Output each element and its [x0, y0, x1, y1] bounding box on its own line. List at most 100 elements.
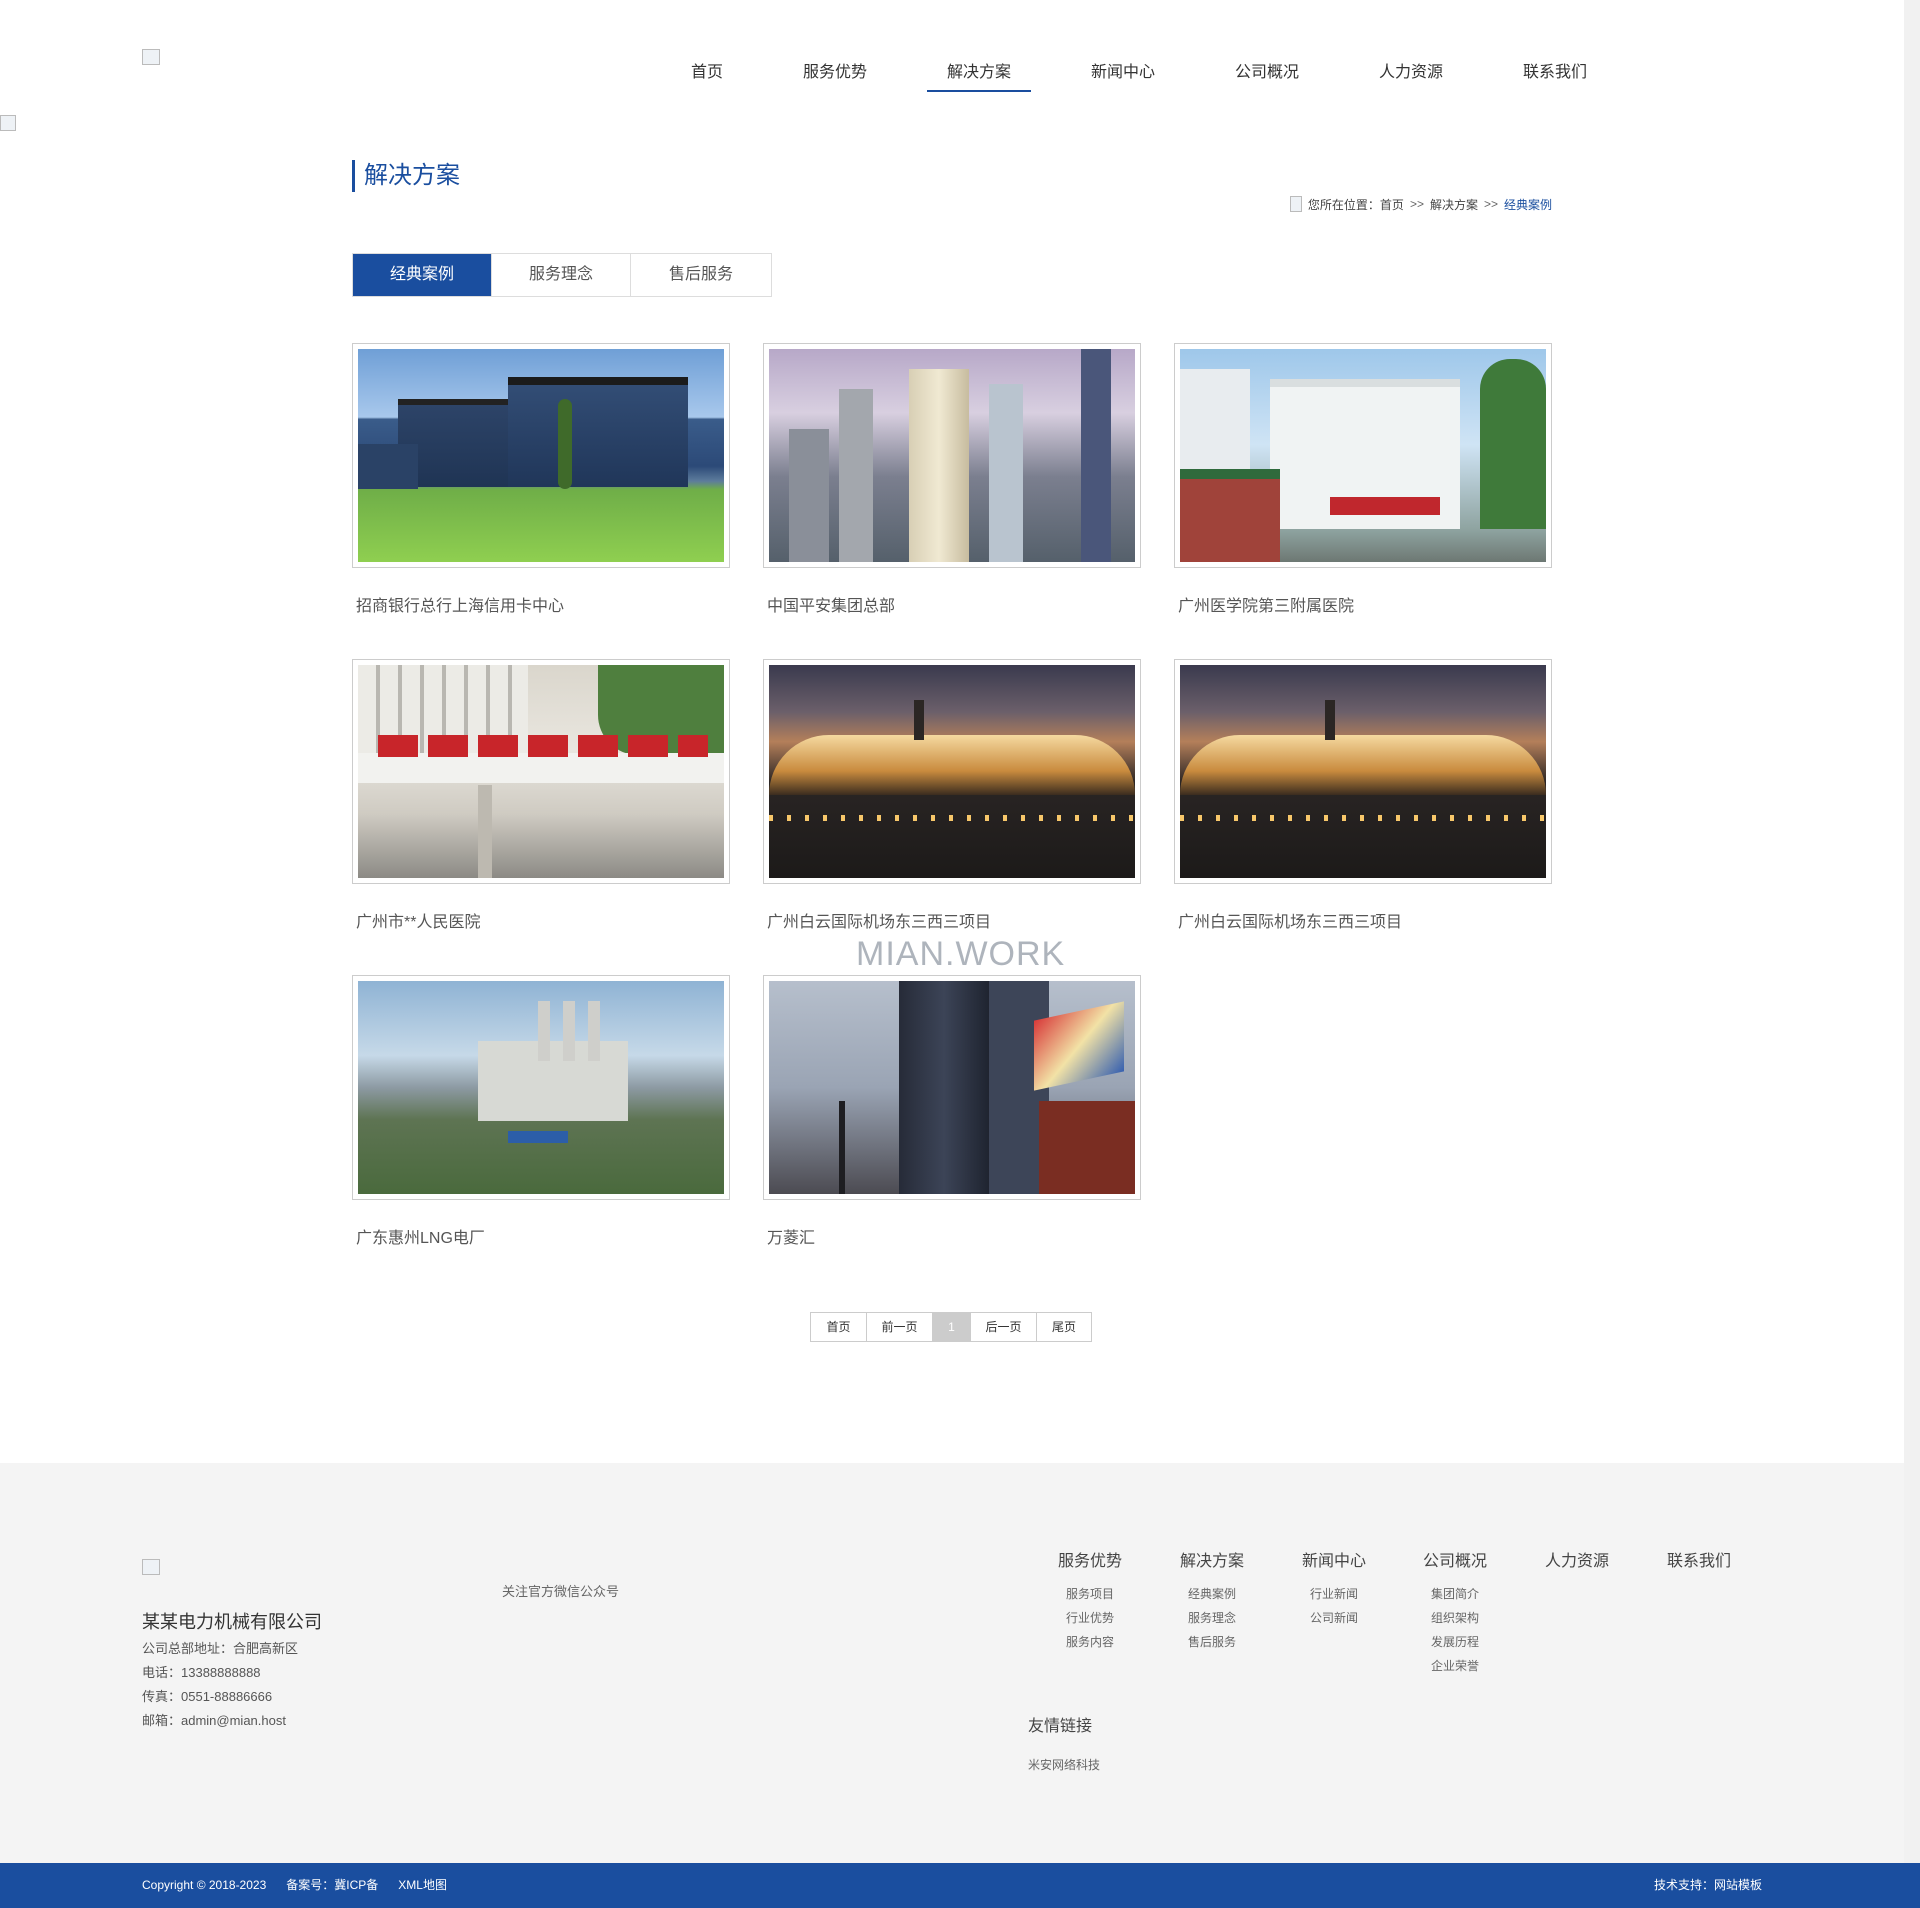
- pagination-prev[interactable]: 前一页: [867, 1313, 933, 1341]
- footer-link[interactable]: 服务理念: [1162, 1606, 1262, 1630]
- footer-col-human-resources: 人力资源: [1527, 1551, 1627, 1582]
- pagination-current-page[interactable]: 1: [933, 1313, 971, 1341]
- site-header: 首页 服务优势 解决方案 新闻中心 公司概况 人力资源 联系我们: [0, 0, 1904, 110]
- footer-link[interactable]: 发展历程: [1405, 1630, 1505, 1654]
- footer-wechat-label: 关注官方微信公众号: [502, 1584, 620, 1599]
- footer-logo-broken-image-icon: [142, 1559, 160, 1575]
- case-title[interactable]: 中国平安集团总部: [763, 592, 1141, 616]
- friend-links-title: 友情链接: [1028, 1718, 1093, 1735]
- copyright-text: Copyright © 2018-2023: [142, 1878, 267, 1892]
- location-icon: [1290, 196, 1302, 212]
- site-logo-broken-image-icon[interactable]: [142, 49, 160, 65]
- case-title[interactable]: 万菱汇: [763, 1224, 1141, 1248]
- case-card[interactable]: 广州白云国际机场东三西三项目: [763, 659, 1141, 932]
- xml-sitemap-link[interactable]: XML地图: [398, 1863, 447, 1908]
- footer-col-title[interactable]: 人力资源: [1527, 1551, 1627, 1573]
- nav-item-human-resources[interactable]: 人力资源: [1379, 56, 1443, 92]
- footer-address: 公司总部地址：合肥高新区: [142, 1641, 299, 1656]
- pagination-first[interactable]: 首页: [811, 1313, 867, 1341]
- page-scrollbar[interactable]: [1904, 0, 1920, 1908]
- footer-link[interactable]: 服务内容: [1040, 1630, 1140, 1654]
- watermark-text: MIAN.WORK: [856, 935, 1066, 973]
- footer-col-title[interactable]: 新闻中心: [1284, 1551, 1384, 1573]
- case-title[interactable]: 广州白云国际机场东三西三项目: [1174, 908, 1552, 932]
- case-card[interactable]: 广州白云国际机场东三西三项目: [1174, 659, 1552, 932]
- footer-col-company-overview: 公司概况 集团简介 组织架构 发展历程 企业荣誉: [1405, 1551, 1505, 1678]
- breadcrumb-solutions[interactable]: 解决方案: [1430, 196, 1478, 213]
- footer-link[interactable]: 公司新闻: [1284, 1606, 1384, 1630]
- hospital-building-photo[interactable]: [1180, 349, 1546, 562]
- airport-night-photo[interactable]: [1180, 665, 1546, 878]
- nav-item-company-overview[interactable]: 公司概况: [1235, 56, 1299, 92]
- footer-col-title[interactable]: 服务优势: [1040, 1551, 1140, 1573]
- footer-link[interactable]: 行业优势: [1040, 1606, 1140, 1630]
- tab-after-sales[interactable]: 售后服务: [631, 254, 771, 296]
- footer-link[interactable]: 经典案例: [1162, 1582, 1262, 1606]
- nav-item-contact-us[interactable]: 联系我们: [1523, 56, 1587, 92]
- airport-night-photo[interactable]: [769, 665, 1135, 878]
- breadcrumb-current[interactable]: 经典案例: [1504, 196, 1552, 213]
- case-card[interactable]: 广东惠州LNG电厂: [352, 975, 730, 1248]
- case-card[interactable]: 广州医学院第三附属医院: [1174, 343, 1552, 616]
- copyright-bar: Copyright © 2018-2023 备案号：冀ICP备 XML地图 技术…: [0, 1863, 1920, 1908]
- breadcrumb-home[interactable]: 首页: [1380, 196, 1404, 213]
- case-image-frame[interactable]: [352, 659, 730, 884]
- case-card[interactable]: 中国平安集团总部: [763, 343, 1141, 616]
- power-plant-photo[interactable]: [358, 981, 724, 1194]
- case-image-frame[interactable]: [763, 659, 1141, 884]
- footer-link[interactable]: 组织架构: [1405, 1606, 1505, 1630]
- case-title[interactable]: 广州市**人民医院: [352, 908, 730, 932]
- footer-link[interactable]: 服务项目: [1040, 1582, 1140, 1606]
- case-card[interactable]: 万菱汇: [763, 975, 1141, 1248]
- tab-service-philosophy[interactable]: 服务理念: [492, 254, 631, 296]
- tech-support-link[interactable]: 网站模板: [1714, 1878, 1762, 1892]
- friend-link[interactable]: 米安网络科技: [1028, 1756, 1100, 1773]
- city-skyscrapers-photo[interactable]: [769, 349, 1135, 562]
- category-tabs: 经典案例 服务理念 售后服务: [352, 253, 772, 297]
- icp-link[interactable]: 备案号：冀ICP备: [286, 1863, 378, 1908]
- case-title[interactable]: 广州医学院第三附属医院: [1174, 592, 1552, 616]
- case-image-frame[interactable]: [352, 343, 730, 568]
- case-image-frame[interactable]: [1174, 343, 1552, 568]
- case-title[interactable]: 招商银行总行上海信用卡中心: [352, 592, 730, 616]
- case-image-frame[interactable]: [1174, 659, 1552, 884]
- case-image-frame[interactable]: [763, 343, 1141, 568]
- pagination-last[interactable]: 尾页: [1037, 1313, 1091, 1341]
- nav-item-service-advantages[interactable]: 服务优势: [803, 56, 867, 92]
- nav-item-solutions[interactable]: 解决方案: [927, 56, 1031, 92]
- case-image-frame[interactable]: [352, 975, 730, 1200]
- breadcrumb: 您所在位置： 首页 >> 解决方案 >> 经典案例: [1290, 196, 1552, 212]
- footer-link[interactable]: 企业荣誉: [1405, 1654, 1505, 1678]
- case-image-frame[interactable]: [763, 975, 1141, 1200]
- modern-office-building-photo[interactable]: [358, 349, 724, 562]
- page-title: 解决方案: [352, 160, 460, 192]
- tab-classic-cases[interactable]: 经典案例: [353, 254, 492, 296]
- footer-col-news-center: 新闻中心 行业新闻 公司新闻: [1284, 1551, 1384, 1630]
- breadcrumb-separator: >>: [1483, 197, 1498, 211]
- case-title[interactable]: 广州白云国际机场东三西三项目: [763, 908, 1141, 932]
- site-footer: 某某电力机械有限公司 公司总部地址：合肥高新区 电话：13388888888 传…: [0, 1463, 1904, 1863]
- hospital-sign-photo[interactable]: [358, 665, 724, 878]
- footer-col-title[interactable]: 公司概况: [1405, 1551, 1505, 1573]
- commercial-tower-photo[interactable]: [769, 981, 1135, 1194]
- footer-phone: 电话：13388888888: [142, 1665, 261, 1680]
- footer-link[interactable]: 集团简介: [1405, 1582, 1505, 1606]
- footer-email: 邮箱：admin@mian.host: [142, 1713, 286, 1728]
- footer-col-title[interactable]: 联系我们: [1649, 1551, 1749, 1573]
- footer-company-name: 某某电力机械有限公司: [142, 1612, 322, 1632]
- footer-col-solutions: 解决方案 经典案例 服务理念 售后服务: [1162, 1551, 1262, 1654]
- pagination: 首页 前一页 1 后一页 尾页: [810, 1312, 1092, 1342]
- case-card[interactable]: 广州市**人民医院: [352, 659, 730, 932]
- banner-broken-image-icon: [0, 115, 16, 131]
- case-title[interactable]: 广东惠州LNG电厂: [352, 1224, 730, 1248]
- breadcrumb-prefix: 您所在位置：: [1307, 197, 1380, 212]
- footer-link[interactable]: 行业新闻: [1284, 1582, 1384, 1606]
- nav-item-news-center[interactable]: 新闻中心: [1091, 56, 1155, 92]
- nav-item-home[interactable]: 首页: [691, 56, 723, 92]
- footer-col-title[interactable]: 解决方案: [1162, 1551, 1262, 1573]
- footer-link[interactable]: 售后服务: [1162, 1630, 1262, 1654]
- tech-support-label: 技术支持：: [1653, 1878, 1714, 1892]
- pagination-next[interactable]: 后一页: [971, 1313, 1037, 1341]
- breadcrumb-separator: >>: [1409, 197, 1424, 211]
- case-card[interactable]: 招商银行总行上海信用卡中心: [352, 343, 730, 616]
